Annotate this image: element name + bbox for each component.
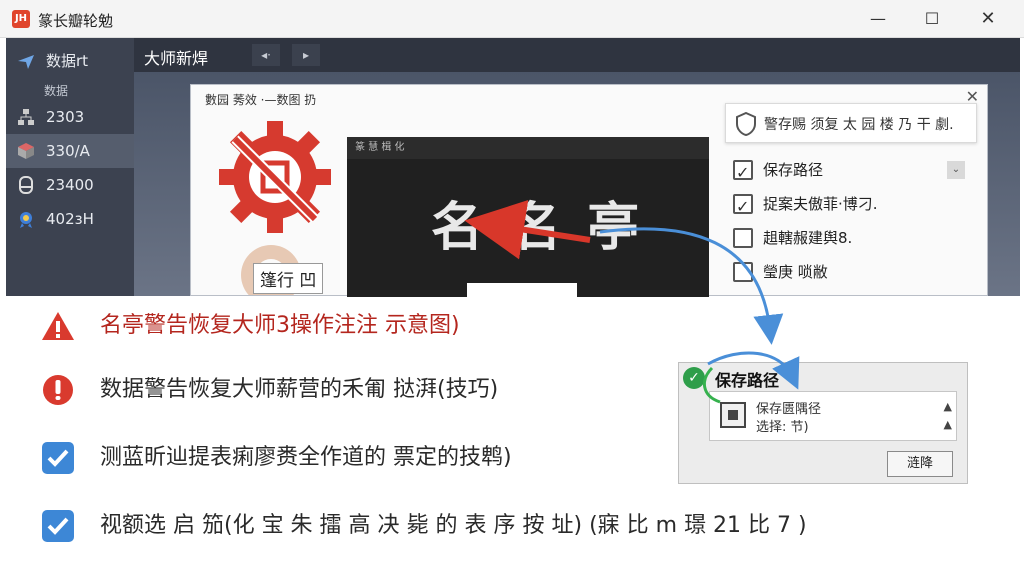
scroll-arrows[interactable]: ▲ ▲: [944, 398, 952, 434]
cube-icon: [18, 143, 34, 159]
sidebar-item-3[interactable]: 330/A: [6, 134, 134, 168]
sidebar: 数据rt 数据 2303 330/A 23400 402ɜH: [6, 38, 134, 296]
options-header-card: 警存赐 须复 太 园 楼 乃 干 劇.: [725, 103, 977, 143]
check-circle-icon: ✓: [683, 367, 705, 389]
checkbox-icon: [42, 510, 74, 542]
content-title: 大师新焊: [144, 49, 209, 68]
sidebar-item-2[interactable]: 2303: [6, 100, 134, 134]
window-titlebar: JH 篆长瓣轮勉 — ☐ ✕: [0, 0, 1024, 38]
sidebar-item-5[interactable]: 402ɜH: [6, 202, 134, 236]
gear-warning-icon: [219, 121, 331, 233]
scroll-down-icon[interactable]: ▲: [944, 416, 952, 434]
sound-button[interactable]: ◂·: [252, 44, 280, 66]
option-save-path[interactable]: 保存路径: [733, 155, 973, 188]
checkbox-icon[interactable]: [733, 228, 753, 248]
sidebar-item-label: 330/A: [46, 142, 90, 160]
tip-row-4: 视额选 启 笳(化 宝 朱 擂 高 决 毙 的 表 序 按 址) (寐 比 m …: [40, 506, 940, 546]
chevron-down-icon[interactable]: ⌄: [947, 161, 965, 179]
window-title: 篆长瓣轮勉: [38, 12, 114, 30]
tip-text: 名亭警告恢复大师3操作注注 示意图): [100, 313, 460, 338]
zoom-title: 保存路径: [715, 371, 780, 390]
option-label: 瑩庚 唢敝: [763, 263, 828, 281]
preview-strip: [467, 283, 577, 297]
badge-icon: [20, 212, 32, 228]
preview-pane: 篆 慧 楫 化 名 名 亭: [347, 137, 709, 297]
checkbox-icon[interactable]: [733, 262, 753, 282]
restore-dialog: 數园 莠效 ·—数图 扔 ✕ 篷行 凹 篆 慧 楫 化 名 名 亭 警存赐 须复…: [190, 84, 988, 297]
warning-icon: [42, 312, 74, 340]
sidebar-item-label: 23400: [46, 176, 94, 194]
option-label: 捉案夫傲菲·博刁.: [763, 195, 878, 213]
sidebar-item-data[interactable]: 数据rt: [6, 44, 134, 78]
checkbox-icon[interactable]: [733, 158, 753, 188]
browse-button[interactable]: 涟降: [887, 451, 953, 477]
network-icon: [18, 109, 34, 125]
restore-label: 篷行 凹: [253, 263, 324, 294]
options-panel: 警存赐 须复 太 园 楼 乃 干 劇. 保存路径 ⌄ 捉案夫傲菲·博刁. 趄轄赧…: [725, 103, 983, 297]
option-4[interactable]: 瑩庚 唢敝: [733, 257, 973, 287]
preview-name-text: 名 名 亭: [431, 198, 644, 258]
checkbox-icon: [42, 442, 74, 474]
checkbox-icon[interactable]: [733, 192, 753, 222]
option-2[interactable]: 捉案夫傲菲·博刁.: [733, 189, 973, 222]
field-line-2: 选择: 节): [756, 420, 809, 435]
close-button[interactable]: ✕: [968, 6, 1008, 32]
tip-text: 测蓝昕辿提表痢廖赉全作道的 票定的技鹎): [100, 445, 512, 470]
next-button[interactable]: ▸: [292, 44, 320, 66]
preview-header: 篆 慧 楫 化: [347, 137, 709, 159]
shield-icon: [736, 112, 756, 136]
maximize-button[interactable]: ☐: [912, 6, 952, 32]
tip-row-1: 名亭警告恢复大师3操作注注 示意图): [40, 306, 940, 346]
content-toolbar: 大师新焊 ◂· ▸: [134, 38, 1020, 72]
tip-text: 数据警告恢复大师薪营的禾匍 挞湃(技巧): [100, 377, 499, 402]
sidebar-sub-label: 数据: [44, 84, 69, 98]
sidebar-item-label: 2303: [46, 108, 85, 126]
options-header-text: 警存赐 须复 太 园 楼 乃 干 劇.: [764, 117, 954, 133]
option-3[interactable]: 趄轄赧建舆8.: [733, 223, 973, 253]
save-path-field[interactable]: 保存匮隅径 选择: 节) ▲ ▲: [709, 391, 957, 441]
minimize-button[interactable]: —: [858, 6, 898, 32]
tip-text: 视额选 启 笳(化 宝 朱 擂 高 决 毙 的 表 序 按 址) (寐 比 m …: [100, 513, 807, 538]
sidebar-item-label: 数据rt: [46, 52, 89, 70]
app-icon: JH: [12, 10, 30, 28]
folder-chip-icon: [720, 402, 746, 428]
plane-icon: [18, 55, 34, 69]
option-label: 趄轄赧建舆8.: [763, 229, 853, 247]
zoom-callout: ✓ 保存路径 保存匮隅径 选择: 节) ▲ ▲ 涟降: [678, 362, 968, 484]
sidebar-item-label: 402ɜH: [46, 210, 94, 228]
option-label: 保存路径: [763, 161, 824, 179]
sidebar-item-4[interactable]: 23400: [6, 168, 134, 202]
field-line-1: 保存匮隅径: [756, 402, 822, 417]
dialog-title: 數园 莠效 ·—数图 扔: [205, 93, 317, 107]
disk-icon: [19, 176, 33, 194]
error-icon: [43, 375, 73, 405]
scroll-up-icon[interactable]: ▲: [944, 398, 952, 416]
